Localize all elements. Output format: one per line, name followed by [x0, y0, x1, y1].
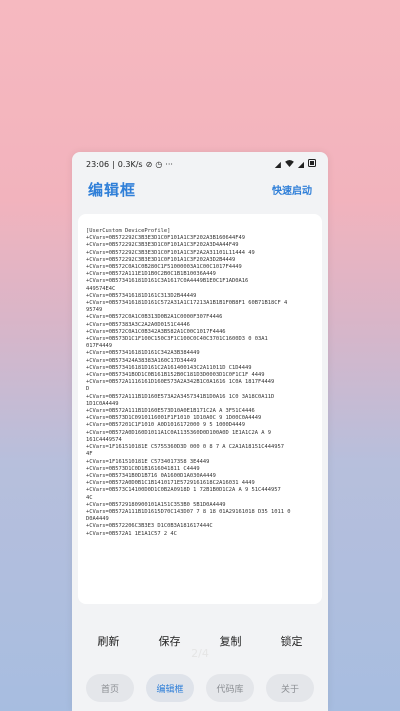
signal-icon: ◢ [274, 159, 281, 169]
cellular-icon: ◢ [297, 159, 304, 169]
clock-icon: ◷ [155, 159, 163, 169]
quick-start-button[interactable]: 快速启动 [272, 182, 312, 197]
status-divider: | [112, 159, 115, 169]
app-header: 编辑框 快速启动 [72, 176, 328, 202]
nav-about[interactable]: 关于 [266, 674, 314, 702]
editor-content[interactable]: [UserCustom DeviceProfile] +CVars=0B5722… [86, 228, 316, 538]
wifi-icon [284, 159, 294, 169]
nav-home[interactable]: 首页 [86, 674, 134, 702]
network-speed: 0.3K/s [117, 159, 143, 169]
battery-icon [308, 159, 316, 169]
bottom-nav: 首页 编辑框 代码库 关于 [72, 665, 328, 711]
status-left: 23:06 | 0.3K/s ⊘ ◷ ··· [86, 160, 173, 169]
status-more-dots: ··· [165, 159, 173, 169]
status-bar: 23:06 | 0.3K/s ⊘ ◷ ··· ◢ ◢ [72, 152, 328, 176]
editor-textarea[interactable]: [UserCustom DeviceProfile] +CVars=0B5722… [78, 214, 322, 604]
nav-editor[interactable]: 编辑框 [146, 674, 194, 702]
nav-code-library[interactable]: 代码库 [206, 674, 254, 702]
alarm-icon: ⊘ [145, 159, 153, 169]
page-title: 编辑框 [88, 180, 137, 199]
status-right: ◢ ◢ [275, 159, 316, 169]
phone-screen: 23:06 | 0.3K/s ⊘ ◷ ··· ◢ ◢ 编辑框 快速启动 [Use… [72, 152, 328, 711]
page-indicator: 2/4 [191, 647, 209, 660]
status-time: 23:06 [86, 159, 110, 169]
